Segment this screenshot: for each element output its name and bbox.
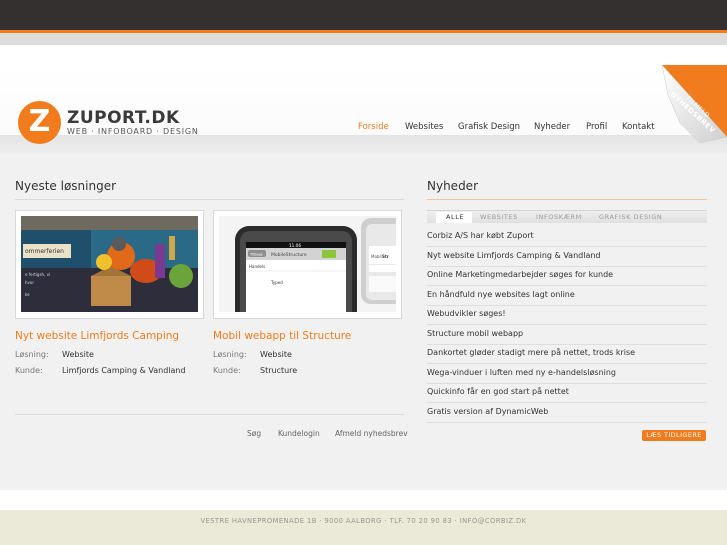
solution-title-structure[interactable]: Mobil webapp til Structure <box>213 329 351 343</box>
news-item[interactable]: Nyt website Limfjords Camping & Vandland <box>427 247 707 267</box>
client-label-camping: Kunde: <box>15 366 43 375</box>
news-item[interactable]: Dankortet gløder stadigt mere på nettet,… <box>427 344 707 364</box>
svg-text:Mobil: Mobil <box>371 254 382 259</box>
news-item-text[interactable]: Dankortet gløder stadigt mere på nettet,… <box>427 348 635 358</box>
news-item[interactable]: En håndfuld nye websites lagt online <box>427 286 707 306</box>
solution-label-camping: Løsning: <box>15 350 49 359</box>
tab-grafisk-design[interactable]: GRAFISK DESIGN <box>599 212 662 222</box>
footer-address: VESTRE HAVNEPROMENADE 1B · 9000 AALBORG … <box>200 517 527 525</box>
iphone-webapp-screenshot[interactable]: 11.06 Tilbage MobileStructure Handels Ty… <box>219 216 396 312</box>
logo-icon[interactable]: Z <box>18 101 61 144</box>
content-bottom-spacer <box>0 490 727 510</box>
news-title: Nyheder <box>427 179 478 193</box>
header-spacer <box>0 45 727 65</box>
tab-infoskaerm[interactable]: INFOSKÆRM <box>536 212 582 222</box>
mock-phone-row2: Typed <box>270 280 283 285</box>
customer-login-link[interactable]: Kundelogin <box>278 429 320 439</box>
news-item-text[interactable]: Nyt website Limfjords Camping & Vandland <box>427 251 601 261</box>
tab-alle[interactable]: ALLE <box>446 212 464 222</box>
mock-phone-title: MobileStructure <box>271 252 307 258</box>
unsubscribe-newsletter-link[interactable]: Afmeld nyhedsbrev <box>335 429 408 439</box>
svg-text:ommerferien: ommerferien <box>25 248 64 255</box>
news-item-text[interactable]: Webudvikler søges! <box>427 309 506 319</box>
mock-phone-row1: Handels <box>249 264 265 269</box>
logo-subtitle: WEB · INFOBOARD · DESIGN <box>67 127 199 136</box>
search-link[interactable]: Søg <box>247 429 261 439</box>
newsletter-corner-ribbon[interactable]: TILMELD NYHEDSBREV <box>640 65 727 145</box>
solution-label-structure: Løsning: <box>213 350 247 359</box>
solutions-title: Nyeste løsninger <box>15 179 117 193</box>
news-item[interactable]: Gratis version af DynamicWeb <box>427 403 707 423</box>
news-item[interactable]: Webudvikler søges! <box>427 305 707 325</box>
news-item[interactable]: Quickinfo får en god start på nettet <box>427 383 707 403</box>
client-value-structure: Structure <box>260 366 298 375</box>
solution-title-camping[interactable]: Nyt website Limfjords Camping <box>15 329 179 343</box>
news-item-text[interactable]: Corbiz A/S har købt Zuport <box>427 231 534 241</box>
mock-phone-back: Tilbage <box>249 253 263 257</box>
top-shadow-band <box>0 33 727 45</box>
news-item-text[interactable]: Wega-vinduer i luften med ny e-handelslø… <box>427 368 616 378</box>
news-item[interactable]: Wega-vinduer i luften med ny e-handelslø… <box>427 364 707 384</box>
solutions-divider <box>15 199 404 200</box>
solution-card-camping[interactable]: ommerferien e fertigsh, vi hvor ke <box>15 210 204 319</box>
client-value-camping: Limfjords Camping & Vandland <box>62 366 186 375</box>
nav-forside[interactable]: Forside <box>358 121 389 133</box>
svg-text:ke: ke <box>25 292 30 297</box>
camping-website-screenshot[interactable]: ommerferien e fertigsh, vi hvor ke <box>21 216 198 312</box>
header-band <box>0 135 727 153</box>
nav-nyheder[interactable]: Nyheder <box>534 121 570 133</box>
solution-card-structure[interactable]: 11.06 Tilbage MobileStructure Handels Ty… <box>213 210 402 319</box>
solution-value-structure: Website <box>260 350 292 359</box>
svg-text:Str: Str <box>382 254 389 259</box>
news-item-text[interactable]: En håndfuld nye websites lagt online <box>427 290 575 300</box>
nav-grafisk-design[interactable]: Grafisk Design <box>458 121 520 133</box>
nav-profil[interactable]: Profil <box>586 121 607 133</box>
news-item[interactable]: Online Marketingmedarbejder søges for ku… <box>427 266 707 286</box>
logo-title[interactable]: ZUPORT.DK <box>67 108 180 128</box>
tab-websites[interactable]: WEBSITES <box>480 212 518 222</box>
news-tabs: ALLE WEBSITES INFOSKÆRM GRAFISK DESIGN <box>427 210 707 223</box>
nav-websites[interactable]: Websites <box>405 121 443 133</box>
mock-phone-time: 11.06 <box>289 243 301 248</box>
top-bar <box>0 0 727 30</box>
svg-text:e fertigsh, vi: e fertigsh, vi <box>25 272 50 277</box>
news-divider <box>427 199 707 200</box>
news-item-text[interactable]: Quickinfo får en god start på nettet <box>427 387 569 397</box>
solutions-bottom-divider <box>15 414 404 415</box>
read-older-button[interactable]: LÆS TIDLIGERE <box>642 430 706 441</box>
news-item-text[interactable]: Structure mobil webapp <box>427 329 523 339</box>
news-item-text[interactable]: Gratis version af DynamicWeb <box>427 407 548 417</box>
logo-letter: Z <box>28 104 51 139</box>
client-label-structure: Kunde: <box>213 366 241 375</box>
news-item[interactable]: Corbiz A/S har købt Zuport <box>427 227 707 247</box>
solution-value-camping: Website <box>62 350 94 359</box>
svg-text:hvor: hvor <box>25 280 34 285</box>
news-item[interactable]: Structure mobil webapp <box>427 325 707 345</box>
news-item-text[interactable]: Online Marketingmedarbejder søges for ku… <box>427 270 613 280</box>
